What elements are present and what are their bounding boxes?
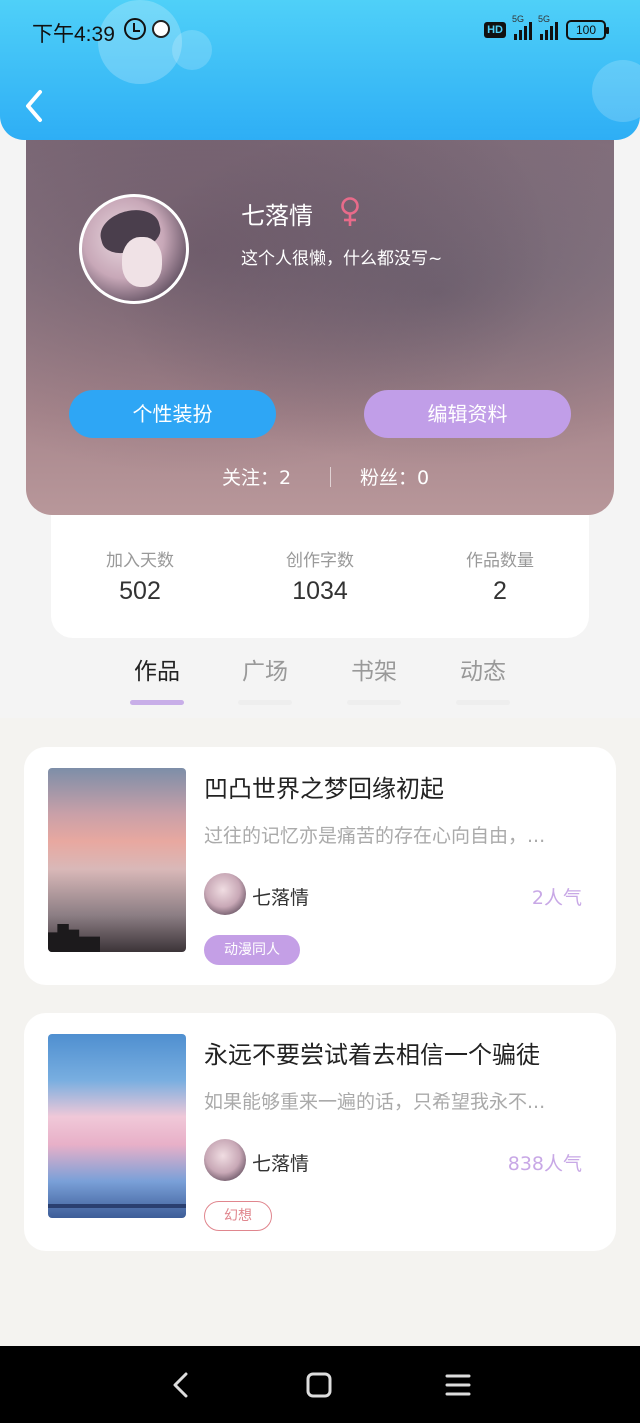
network-label: 5G (512, 14, 525, 24)
work-title: 永远不要尝试着去相信一个骗徒 (204, 1041, 540, 1069)
profile-card: 七落情 这个人很懒，什么都没写~ 个性装扮 编辑资料 关注：2 粉丝：0 (26, 110, 614, 515)
tab-indicator (456, 700, 510, 705)
battery-icon: 100 (566, 20, 609, 40)
tab-label: 书架 (351, 659, 397, 685)
work-card[interactable]: 永远不要尝试着去相信一个骗徒 如果能够重来一遍的话，只希望我永不... 七落情 … (24, 1013, 616, 1251)
stat-value: 2 (493, 577, 507, 605)
tab-bar: 作品 广场 书架 动态 (0, 652, 640, 718)
dressup-button[interactable]: 个性装扮 (69, 390, 276, 438)
fans-count[interactable]: 粉丝：0 (360, 463, 429, 490)
decor-bubble (172, 30, 212, 70)
tab-bookshelf[interactable]: 书架 (344, 652, 404, 705)
nav-menu-button[interactable] (443, 1370, 473, 1400)
tab-label: 广场 (242, 659, 288, 685)
signal-icon: 5G (538, 14, 558, 40)
nav-home-button[interactable] (304, 1370, 334, 1400)
tab-label: 动态 (460, 659, 506, 685)
signal-icon: 5G (512, 14, 532, 40)
work-cover-image (48, 768, 186, 952)
work-cover-image (48, 1034, 186, 1218)
stat-label: 加入天数 (106, 551, 174, 571)
user-name: 七落情 (241, 202, 313, 230)
avatar[interactable] (79, 194, 189, 304)
edit-profile-button[interactable]: 编辑资料 (364, 390, 571, 438)
female-icon (341, 197, 359, 226)
tab-plaza[interactable]: 广场 (235, 652, 295, 705)
author-name: 七落情 (252, 1153, 310, 1175)
status-right-icons: HD 5G 5G 100 (484, 14, 609, 40)
tab-works[interactable]: 作品 (127, 652, 187, 705)
work-summary: 如果能够重来一遍的话，只希望我永不... (204, 1091, 546, 1113)
network-label: 5G (538, 14, 551, 24)
status-left-icons (124, 18, 170, 40)
stat-label: 作品数量 (466, 551, 534, 571)
user-bio: 这个人很懒，什么都没写~ (241, 249, 443, 269)
chevron-left-icon (173, 1372, 188, 1398)
following-count[interactable]: 关注：2 (222, 463, 291, 490)
system-nav-bar (0, 1346, 640, 1423)
tab-activity[interactable]: 动态 (453, 652, 513, 705)
works-list: 凹凸世界之梦回缘初起 过往的记忆亦是痛苦的存在心向自由，... 七落情 2人气 … (0, 718, 640, 1346)
nav-back-button[interactable] (166, 1370, 196, 1400)
work-summary: 过往的记忆亦是痛苦的存在心向自由，... (204, 825, 546, 847)
genre-tag: 动漫同人 (204, 935, 300, 965)
stat-word-count: 创作字数 1034 (250, 546, 390, 606)
decor-bubble (592, 60, 640, 122)
stat-label: 创作字数 (286, 551, 354, 571)
stats-card: 加入天数 502 创作字数 1034 作品数量 2 (51, 500, 589, 638)
popularity-count: 838人气 (507, 1153, 582, 1175)
work-card[interactable]: 凹凸世界之梦回缘初起 过往的记忆亦是痛苦的存在心向自由，... 七落情 2人气 … (24, 747, 616, 985)
alarm-icon (124, 18, 146, 40)
square-icon (306, 1372, 332, 1398)
stat-days-joined: 加入天数 502 (70, 546, 210, 606)
author-avatar (204, 1139, 246, 1181)
tab-indicator (130, 700, 184, 705)
author-avatar (204, 873, 246, 915)
chevron-left-icon (26, 90, 42, 122)
genre-tag: 幻想 (204, 1201, 272, 1231)
popularity-count: 2人气 (531, 887, 582, 909)
tab-indicator (347, 700, 401, 705)
work-title: 凹凸世界之梦回缘初起 (204, 775, 444, 803)
app-notification-icon (152, 20, 170, 38)
menu-icon (445, 1374, 471, 1396)
divider (330, 467, 331, 487)
hd-icon: HD (484, 22, 506, 38)
tab-label: 作品 (134, 659, 180, 685)
author-name: 七落情 (252, 887, 310, 909)
top-header: 下午4:39 HD 5G 5G 100 (0, 0, 640, 140)
back-button[interactable] (20, 86, 50, 126)
stat-works-count: 作品数量 2 (430, 546, 570, 606)
tab-indicator (238, 700, 292, 705)
stat-value: 502 (119, 577, 161, 605)
status-time: 下午4:39 (32, 23, 115, 46)
stat-value: 1034 (292, 577, 348, 605)
